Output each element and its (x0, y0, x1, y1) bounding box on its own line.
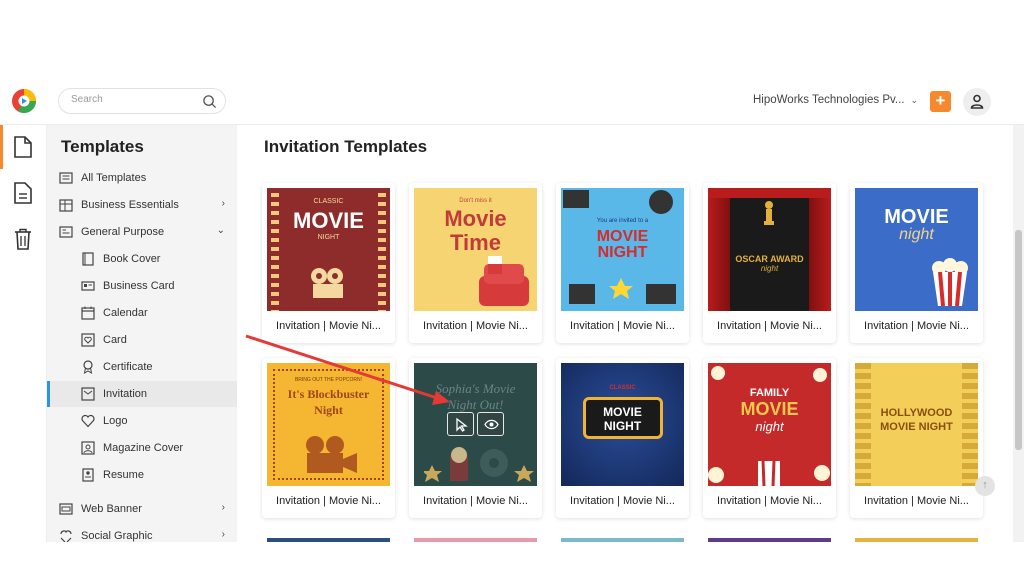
app-window: HipoWorks Technologies Pv...⌄ + (0, 80, 1024, 542)
bottom-margin (0, 542, 1024, 576)
annotation-arrow (245, 334, 450, 405)
